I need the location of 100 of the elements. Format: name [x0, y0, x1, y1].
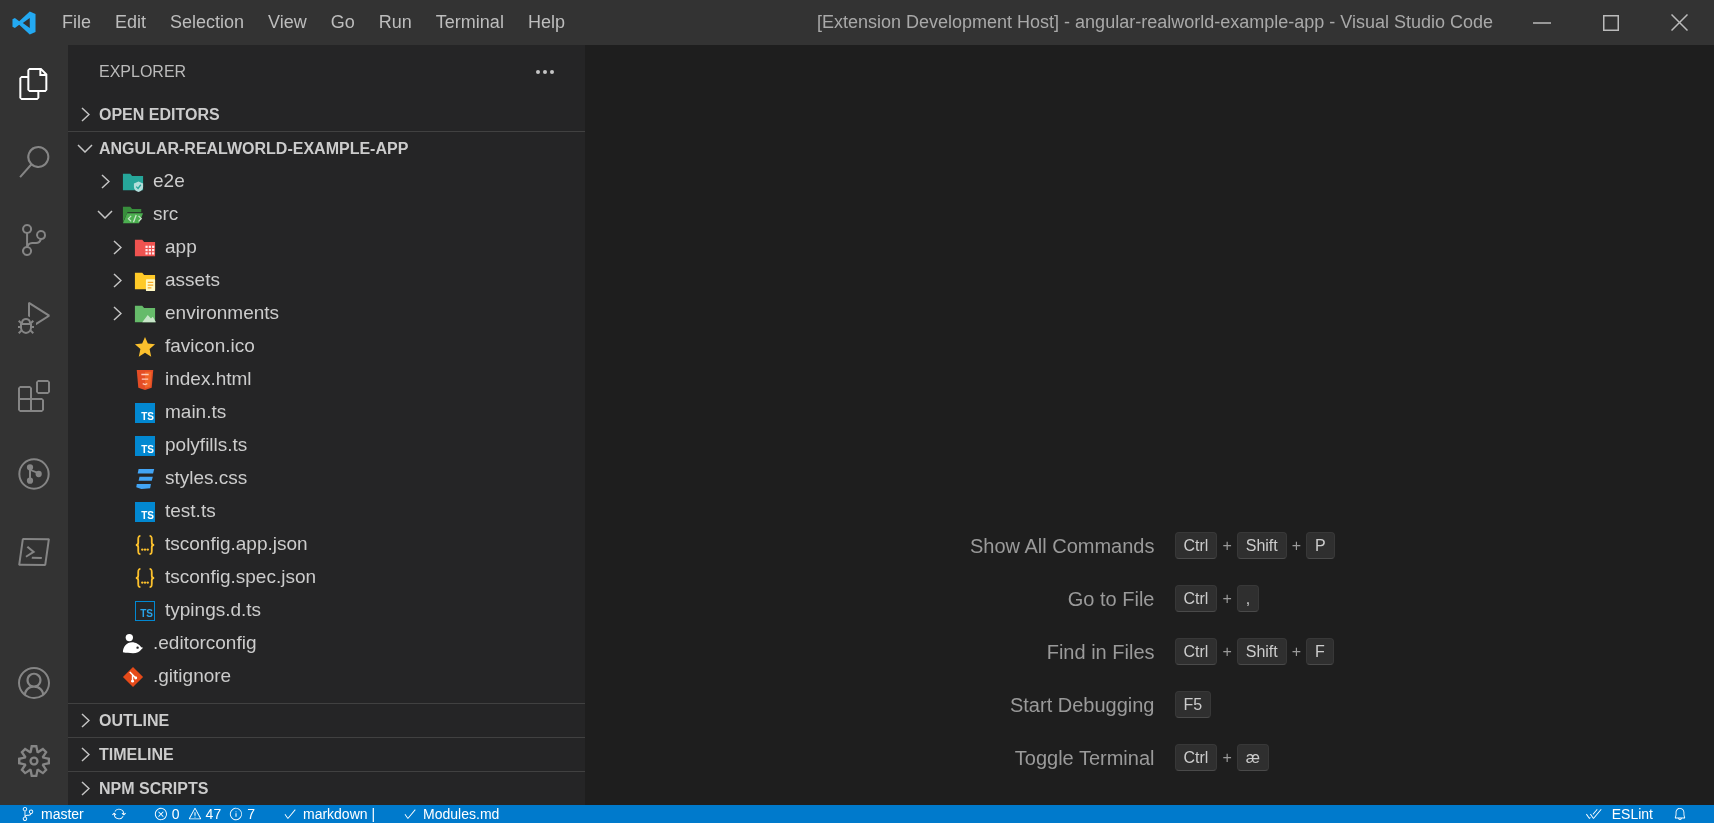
- section-header[interactable]: ANGULAR-REALWORLD-EXAMPLE-APP: [68, 132, 585, 165]
- chevron-down-icon[interactable]: [77, 144, 93, 153]
- window-title: [Extension Development Host] - angular-realworld-example-app - Visual Studio Code: [817, 11, 1493, 34]
- file-name[interactable]: .gitignore: [153, 662, 232, 691]
- key-separator: +: [1222, 588, 1232, 609]
- play-bug-icon[interactable]: [18, 302, 50, 334]
- keycap: P: [1306, 532, 1335, 559]
- folder-name[interactable]: assets: [165, 266, 220, 295]
- error-count: 0: [171, 807, 180, 821]
- minimize-icon[interactable]: [1532, 21, 1551, 24]
- star-icon: [134, 335, 156, 358]
- braces-icon: [134, 533, 156, 556]
- keycap: ,: [1236, 585, 1260, 612]
- folder-name[interactable]: environments: [165, 299, 280, 328]
- double-check-icon: [1585, 806, 1602, 822]
- app-logo-icon: [12, 10, 36, 35]
- check-icon: [403, 807, 418, 821]
- file-name[interactable]: tsconfig.spec.json: [165, 563, 317, 592]
- file-name[interactable]: index.html: [165, 365, 252, 394]
- braces-icon: [134, 566, 156, 589]
- status-item[interactable]: Modules.md: [398, 805, 505, 823]
- menu-item[interactable]: File: [50, 0, 103, 45]
- keycap: Shift: [1236, 532, 1287, 559]
- key-separator: +: [1222, 641, 1232, 662]
- key-separator: +: [1291, 535, 1302, 556]
- file-name[interactable]: tsconfig.app.json: [165, 530, 308, 559]
- shortcut-label: Find in Files: [1046, 639, 1155, 665]
- chevron-right-icon[interactable]: [80, 713, 90, 728]
- blocks-icon[interactable]: [18, 380, 50, 412]
- diamond-branch-icon: [122, 665, 144, 688]
- mouse-icon: [122, 632, 144, 655]
- close-icon[interactable]: [1671, 14, 1688, 31]
- sync-icon[interactable]: [111, 807, 126, 821]
- settings-icon[interactable]: [18, 745, 50, 777]
- chevron-right-icon[interactable]: [80, 781, 90, 796]
- terminal-icon[interactable]: [18, 536, 50, 568]
- file-name[interactable]: main.ts: [165, 398, 227, 427]
- file-type-badge: TS: [135, 435, 155, 456]
- keycap: Ctrl: [1174, 585, 1218, 612]
- bell-icon[interactable]: [1673, 807, 1687, 821]
- branch-circle-icon[interactable]: [18, 458, 50, 490]
- chevron-right-icon[interactable]: [100, 174, 110, 189]
- user-icon[interactable]: [18, 667, 50, 699]
- file-name[interactable]: styles.css: [165, 464, 248, 493]
- file-name[interactable]: typings.d.ts: [165, 596, 262, 625]
- key-separator: +: [1222, 747, 1232, 768]
- chevron-right-icon[interactable]: [80, 747, 90, 762]
- more-icon[interactable]: [536, 69, 554, 74]
- folder-name[interactable]: app: [165, 233, 197, 262]
- section-header[interactable]: OPEN EDITORS: [68, 98, 585, 131]
- search-icon[interactable]: [18, 146, 50, 178]
- menu-item[interactable]: Go: [318, 0, 367, 45]
- shortcut-label: Toggle Terminal: [1014, 745, 1155, 771]
- file-name[interactable]: favicon.ico: [165, 332, 255, 361]
- status-item[interactable]: markdown |: [277, 805, 381, 823]
- shortcut-label: Show All Commands: [969, 533, 1155, 559]
- chevron-right-icon[interactable]: [112, 273, 122, 288]
- status-item[interactable]: master: [16, 805, 89, 823]
- warning-icon: [187, 807, 202, 821]
- file-type-badge: TS: [135, 600, 155, 621]
- status-item[interactable]: ESLint: [1580, 805, 1658, 823]
- keycap: F5: [1174, 691, 1212, 718]
- menu-item[interactable]: View: [256, 0, 319, 45]
- warning-count: 47: [205, 807, 222, 821]
- file-type-badge: TS: [135, 402, 155, 423]
- keycap: F: [1306, 638, 1334, 665]
- file-name[interactable]: test.ts: [165, 497, 216, 526]
- key-separator: +: [1222, 535, 1232, 556]
- files-icon[interactable]: [18, 68, 50, 100]
- chevron-right-icon[interactable]: [112, 240, 122, 255]
- problems-button[interactable]: 0 47 7: [148, 805, 260, 823]
- folder-name[interactable]: e2e: [153, 167, 185, 196]
- section-header[interactable]: NPM SCRIPTS: [68, 772, 585, 805]
- keycap: Ctrl: [1174, 638, 1218, 665]
- menu-item[interactable]: Edit: [103, 0, 159, 45]
- keycap: Ctrl: [1174, 532, 1218, 559]
- shield-icon: [134, 368, 156, 391]
- shortcut-label: Go to File: [1067, 586, 1155, 612]
- key-separator: +: [1291, 641, 1302, 662]
- menu-item[interactable]: Help: [515, 0, 577, 45]
- keycap: æ: [1236, 744, 1269, 771]
- shortcut-label: Start Debugging: [1009, 692, 1155, 718]
- info-icon: [229, 807, 244, 821]
- menu-item[interactable]: Selection: [158, 0, 257, 45]
- chevron-right-icon[interactable]: [112, 306, 122, 321]
- stripes-icon: [134, 467, 156, 490]
- panel-title: EXPLORER: [99, 61, 187, 82]
- maximize-icon[interactable]: [1602, 14, 1619, 31]
- chevron-right-icon[interactable]: [80, 107, 90, 122]
- check-icon: [282, 807, 297, 821]
- chevron-down-icon[interactable]: [97, 210, 113, 219]
- menu-item[interactable]: Terminal: [423, 0, 516, 45]
- keycap: Shift: [1236, 638, 1287, 665]
- branch-icon: [21, 807, 35, 821]
- folder-name[interactable]: src: [153, 200, 179, 229]
- menu-item[interactable]: Run: [366, 0, 424, 45]
- file-name[interactable]: polyfills.ts: [165, 431, 248, 460]
- section-header[interactable]: TIMELINE: [68, 738, 585, 771]
- section-header[interactable]: OUTLINE: [68, 704, 585, 737]
- file-name[interactable]: .editorconfig: [153, 629, 257, 658]
